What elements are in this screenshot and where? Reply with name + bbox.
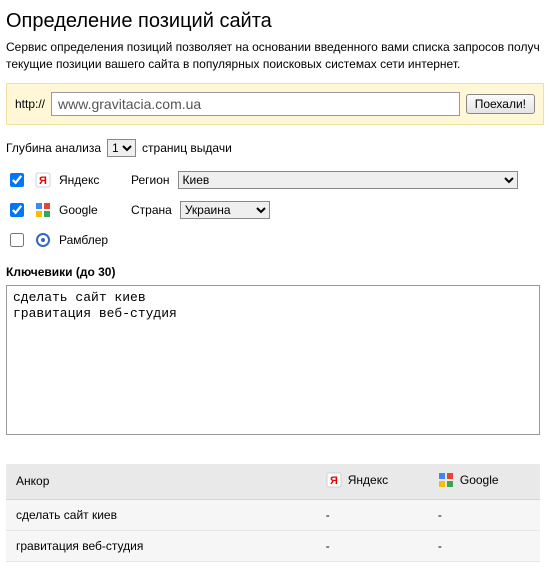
url-label: http:// (15, 97, 45, 111)
svg-text:Я: Я (330, 475, 338, 487)
url-input[interactable] (51, 92, 460, 116)
engine-field-select-yandex[interactable]: Киев (178, 171, 518, 189)
page-title: Определение позиций сайта (6, 10, 544, 33)
cell-anchor: сделать сайт киев (6, 499, 316, 530)
cell-anchor: гравитация веб-студия (6, 530, 316, 561)
intro-text: Сервис определения позиций позволяет на … (6, 39, 544, 73)
table-row: сделать сайт киев-- (6, 499, 540, 530)
engine-checkbox-google[interactable] (10, 203, 24, 217)
keywords-textarea[interactable] (6, 285, 540, 435)
engine-name-yandex: Яндекс (59, 173, 117, 187)
results-table: Анкор Я Яндекс Google сделать сайт киев-… (6, 464, 540, 562)
engine-checkbox-rambler[interactable] (10, 233, 24, 247)
depth-suffix: страниц выдачи (142, 141, 232, 155)
col-google-label: Google (460, 473, 499, 487)
engine-field-label-yandex: Регион (131, 173, 170, 187)
depth-prefix: Глубина анализа (6, 141, 101, 155)
cell-yandex: - (316, 530, 428, 561)
cell-google: - (428, 499, 540, 530)
engine-checkbox-yandex[interactable] (10, 173, 24, 187)
engine-name-google: Google (59, 203, 117, 217)
cell-yandex: - (316, 499, 428, 530)
rambler-icon (35, 232, 51, 248)
depth-select[interactable]: 1 (107, 139, 136, 157)
col-google-header: Google (428, 464, 540, 500)
engine-row-yandex: Я Яндекс Регион Киев (6, 169, 544, 191)
depth-line: Глубина анализа 1 страниц выдачи (6, 139, 544, 157)
cell-google: - (428, 530, 540, 561)
engine-name-rambler: Рамблер (59, 233, 117, 247)
engine-row-google: Google Страна Украина (6, 199, 544, 221)
col-yandex-label: Яндекс (348, 473, 388, 487)
table-row: гравитация веб-студия-- (6, 530, 540, 561)
col-anchor-header: Анкор (6, 464, 316, 500)
engine-field-select-google[interactable]: Украина (180, 201, 270, 219)
engine-row-rambler: Рамблер (6, 229, 544, 251)
go-button[interactable]: Поехали! (466, 94, 535, 114)
engine-field-label-google: Страна (131, 203, 172, 217)
google-icon (438, 472, 454, 488)
yandex-icon: Я (35, 172, 51, 188)
col-yandex-header: Я Яндекс (316, 464, 428, 500)
keywords-label: Ключевики (до 30) (6, 265, 544, 279)
svg-text:Я: Я (39, 175, 47, 187)
google-icon (35, 202, 51, 218)
url-bar: http:// Поехали! (6, 83, 544, 125)
yandex-icon: Я (326, 472, 342, 488)
